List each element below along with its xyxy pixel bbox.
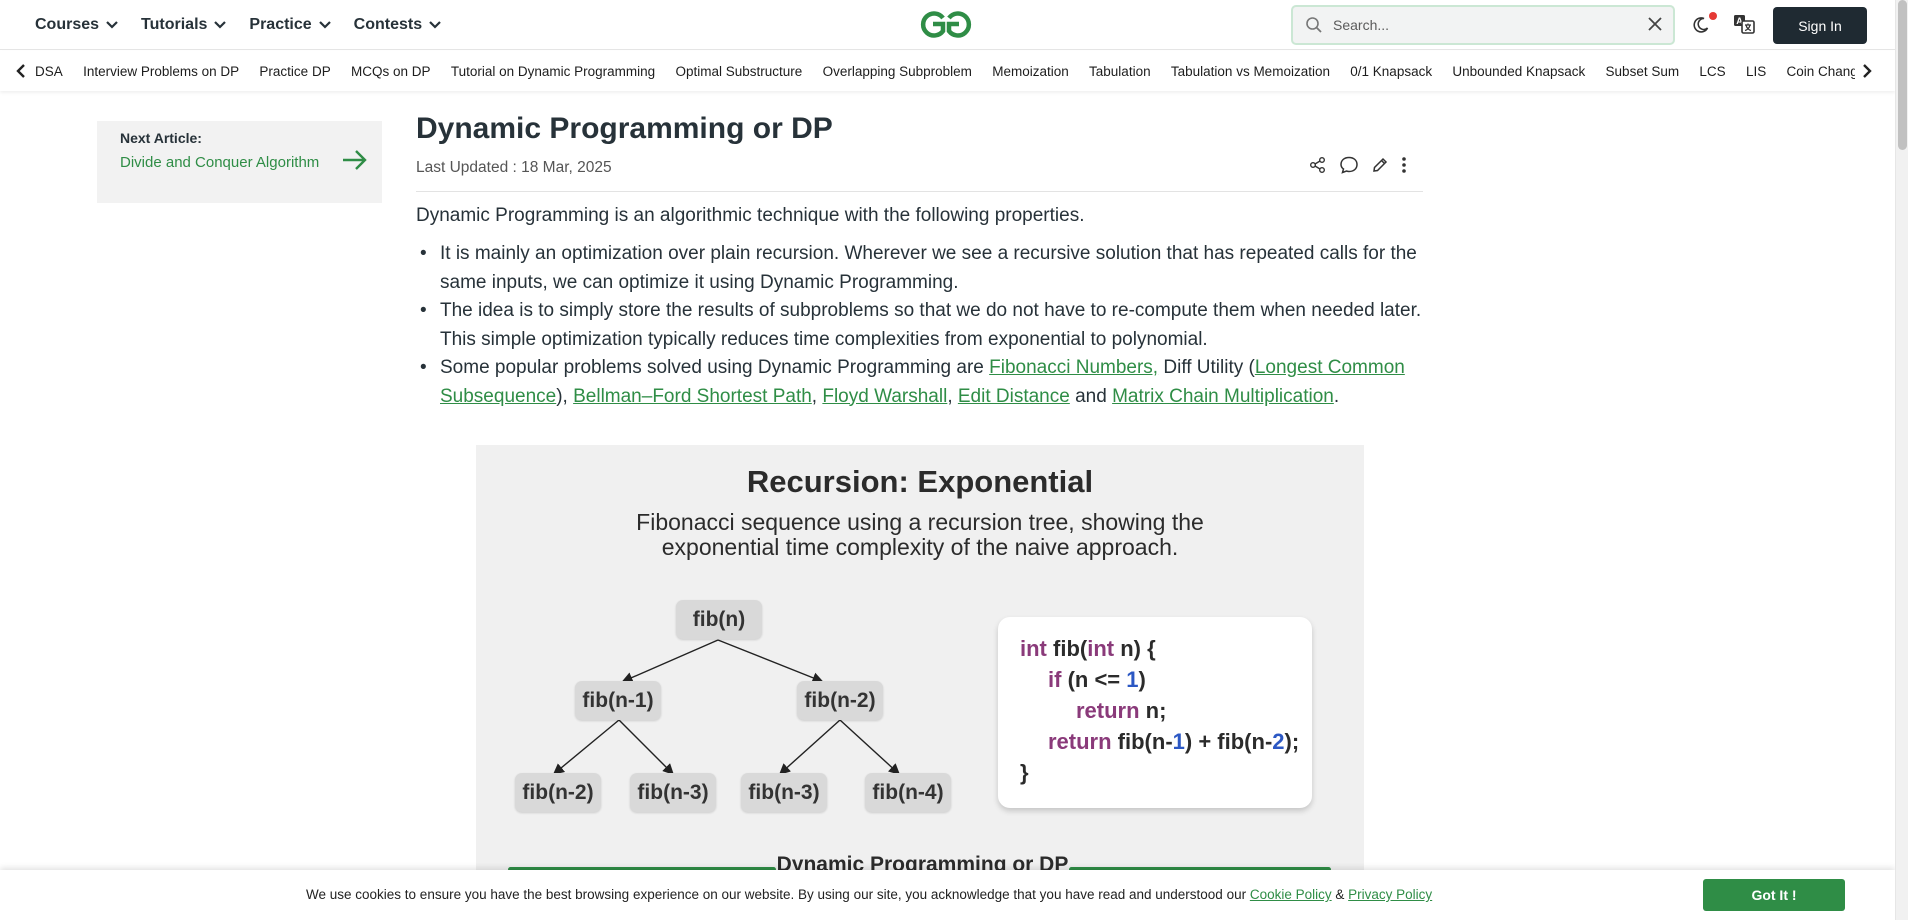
main-nav: Courses Tutorials Practice Contests — [35, 0, 464, 50]
list-item: Some popular problems solved using Dynam… — [416, 354, 1423, 411]
title-divider — [416, 191, 1423, 192]
tree-node-fib-n-3: fib(n-3) — [630, 773, 716, 812]
code-line: return n; — [1076, 698, 1167, 723]
chevron-down-icon — [214, 21, 227, 29]
article-actions — [1309, 155, 1419, 175]
search-box — [1291, 5, 1675, 45]
subnav-item-subset-sum[interactable]: Subset Sum — [1606, 64, 1680, 79]
link-edit-distance[interactable]: Edit Distance — [958, 386, 1070, 407]
translate-button[interactable]: A — [1733, 13, 1755, 35]
bullet-text: Diff Utility ( — [1158, 357, 1255, 378]
bullet-text: . — [1333, 385, 1340, 407]
next-article-label: Next Article: — [120, 130, 202, 146]
link-fibonacci-numbers[interactable]: Fibonacci Numbers, — [989, 357, 1158, 378]
code-line: return fib(n-1) + fib(n-2); — [1048, 729, 1300, 754]
sign-in-button[interactable]: Sign In — [1773, 7, 1867, 44]
article-intro: Dynamic Programming is an algorithmic te… — [416, 205, 1085, 226]
list-item: The idea is to simply store the results … — [416, 297, 1423, 354]
chevron-left-icon[interactable] — [16, 64, 26, 83]
bullet-text: , — [947, 385, 958, 407]
bullet-text: and — [1069, 385, 1113, 407]
share-icon[interactable] — [1309, 156, 1327, 174]
chevron-down-icon — [429, 21, 441, 29]
chevron-down-icon — [106, 21, 118, 29]
subnav-item-01-knapsack[interactable]: 0/1 Knapsack — [1350, 64, 1432, 79]
tree-node-fib-n-2: fib(n-2) — [515, 773, 601, 812]
subnav-item-practice-dp[interactable]: Practice DP — [259, 64, 330, 79]
notification-dot — [1709, 12, 1717, 20]
subnav-item-lis[interactable]: LIS — [1746, 64, 1766, 79]
close-icon[interactable] — [1647, 16, 1663, 32]
cookie-text: We use cookies to ensure you have the be… — [306, 887, 1432, 902]
subnav-item-coin-change[interactable]: Coin Change — [1787, 64, 1855, 79]
bullet-text: , — [811, 385, 823, 407]
nav-courses[interactable]: Courses — [35, 16, 118, 34]
cookie-banner: We use cookies to ensure you have the be… — [0, 870, 1895, 920]
last-updated: Last Updated : 18 Mar, 2025 — [416, 159, 612, 176]
subnav-items: DSA Interview Problems on DP Practice DP… — [35, 51, 1855, 91]
page-scrollbar[interactable] — [1895, 0, 1908, 920]
subnav-item-tabulation[interactable]: Tabulation — [1089, 64, 1151, 79]
link-matrix-chain-multiplication[interactable]: Matrix Chain Multiplication — [1112, 386, 1334, 407]
next-article-link[interactable]: Divide and Conquer Algorithm — [120, 154, 319, 171]
more-options-icon[interactable] — [1401, 156, 1407, 174]
chevron-right-icon[interactable] — [1862, 64, 1872, 83]
cookie-message: We use cookies to ensure you have the be… — [306, 887, 1250, 902]
cookie-amp: & — [1331, 887, 1349, 902]
subnav-item-unbounded-knapsack[interactable]: Unbounded Knapsack — [1452, 64, 1585, 79]
topic-subnav: DSA Interview Problems on DP Practice DP… — [0, 51, 1895, 91]
bullet-text: Some popular problems solved using Dynam… — [440, 357, 990, 378]
top-header: Courses Tutorials Practice Contests Sear… — [0, 0, 1908, 50]
nav-practice[interactable]: Practice — [249, 16, 331, 34]
translate-icon: A — [1733, 13, 1755, 35]
code-line: } — [1020, 760, 1029, 785]
subnav-item-tutorial[interactable]: Tutorial on Dynamic Programming — [451, 64, 655, 79]
nav-contests-label: Contests — [353, 16, 423, 33]
link-bellman-ford[interactable]: Bellman–Ford Shortest Path — [573, 386, 812, 407]
cookie-policy-link[interactable]: Cookie Policy — [1250, 887, 1332, 902]
search-icon — [1305, 16, 1323, 34]
comment-icon[interactable] — [1339, 155, 1359, 175]
tree-node-root: fib(n) — [676, 600, 762, 639]
subnav-item-dsa[interactable]: DSA — [35, 64, 63, 79]
moon-icon — [1692, 16, 1710, 34]
subnav-item-lcs[interactable]: LCS — [1699, 64, 1725, 79]
article-title: Dynamic Programming or DP — [416, 112, 833, 145]
subnav-item-memoization[interactable]: Memoization — [992, 64, 1069, 79]
tree-node-fib-n-4: fib(n-4) — [865, 773, 951, 812]
nav-tutorials-label: Tutorials — [141, 16, 208, 33]
chevron-down-icon — [318, 21, 331, 29]
accept-cookies-button[interactable]: Got It ! — [1703, 879, 1845, 911]
site-logo[interactable] — [916, 8, 976, 41]
code-line: if (n <= 1) — [1048, 667, 1146, 692]
next-article-card[interactable]: Next Article: Divide and Conquer Algorit… — [97, 121, 382, 203]
code-line: int fib(int n) { — [1020, 636, 1156, 661]
tree-node-fib-n-1: fib(n-1) — [575, 681, 661, 720]
article-bullets: It is mainly an optimization over plain … — [416, 240, 1423, 411]
recursion-figure: Recursion: Exponential Fibonacci sequenc… — [476, 445, 1364, 875]
arrow-right-icon[interactable] — [342, 149, 368, 176]
subnav-item-optimal-substructure[interactable]: Optimal Substructure — [675, 64, 802, 79]
edit-icon[interactable] — [1371, 156, 1389, 174]
subnav-item-overlapping-subproblem[interactable]: Overlapping Subproblem — [823, 64, 972, 79]
subnav-item-mcqs[interactable]: MCQs on DP — [351, 64, 431, 79]
nav-tutorials[interactable]: Tutorials — [141, 16, 227, 34]
nav-contests[interactable]: Contests — [354, 16, 441, 34]
nav-courses-label: Courses — [35, 16, 100, 33]
subnav-item-tab-vs-memo[interactable]: Tabulation vs Memoization — [1171, 64, 1330, 79]
nav-practice-label: Practice — [249, 16, 312, 33]
subnav-item-interview-problems[interactable]: Interview Problems on DP — [83, 64, 239, 79]
scrollbar-thumb[interactable] — [1898, 0, 1907, 150]
list-item: It is mainly an optimization over plain … — [416, 240, 1423, 297]
tree-node-fib-n-3: fib(n-3) — [741, 773, 827, 812]
code-snippet: int fib(int n) { if (n <= 1) return n; r… — [998, 617, 1312, 808]
link-floyd-warshall[interactable]: Floyd Warshall — [822, 386, 947, 407]
tree-node-fib-n-2: fib(n-2) — [797, 681, 883, 720]
search-input[interactable] — [1333, 17, 1633, 33]
privacy-policy-link[interactable]: Privacy Policy — [1348, 887, 1432, 902]
bullet-text: ), — [556, 385, 574, 407]
